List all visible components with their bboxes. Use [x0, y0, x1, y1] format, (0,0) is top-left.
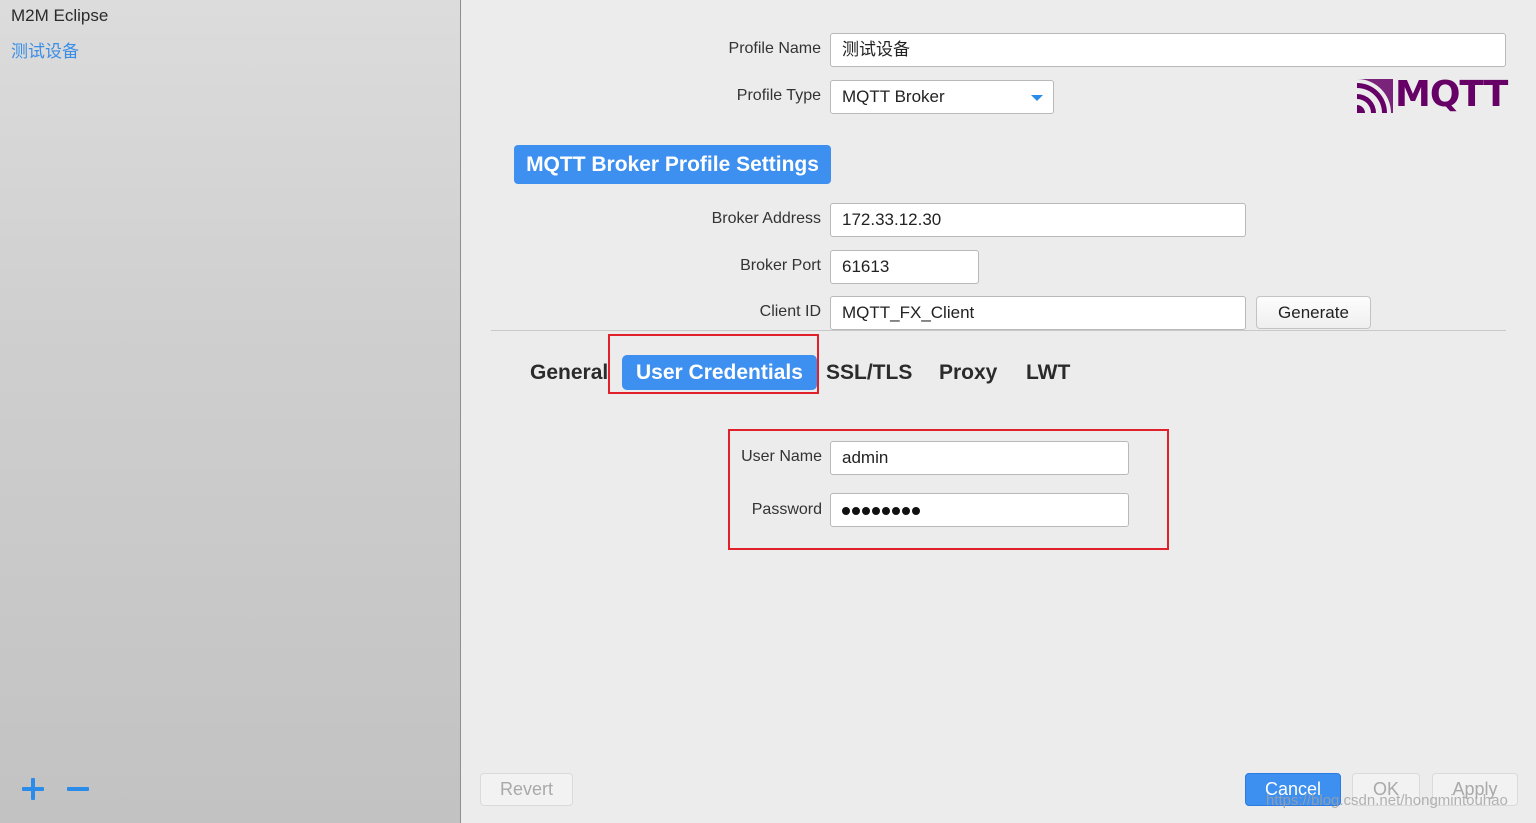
- mqtt-logo: MQTT ORG: [1357, 74, 1508, 115]
- chevron-down-icon: [1031, 95, 1043, 101]
- broker-address-input[interactable]: 172.33.12.30: [830, 203, 1246, 237]
- password-label: Password: [751, 501, 822, 518]
- password-dot: [892, 506, 900, 515]
- username-input[interactable]: admin: [830, 441, 1129, 475]
- password-dot: [852, 506, 860, 515]
- sidebar-group-label[interactable]: M2M Eclipse: [11, 6, 108, 26]
- password-dot: [912, 506, 920, 515]
- generate-button[interactable]: Generate: [1256, 296, 1371, 329]
- profile-name-input[interactable]: 测试设备: [830, 33, 1506, 67]
- password-dot: [902, 506, 910, 515]
- broker-port-input[interactable]: 61613: [830, 250, 979, 284]
- mqtt-signal-icon: [1357, 79, 1393, 113]
- tab-proxy[interactable]: Proxy: [939, 355, 997, 390]
- add-profile-button[interactable]: [18, 774, 48, 804]
- profile-name-label: Profile Name: [728, 40, 821, 57]
- broker-address-label: Broker Address: [711, 210, 821, 227]
- remove-profile-button[interactable]: [63, 774, 93, 804]
- revert-button[interactable]: Revert: [480, 773, 573, 806]
- profile-type-select[interactable]: MQTT Broker: [830, 80, 1054, 114]
- password-dot: [882, 506, 890, 515]
- watermark: https://blog.csdn.net/hongmintouhao: [1266, 792, 1508, 809]
- profile-type-label: Profile Type: [736, 87, 821, 104]
- tab-highlight-box: [608, 334, 819, 394]
- password-input[interactable]: [830, 493, 1129, 527]
- sidebar-item-profile[interactable]: 测试设备: [11, 37, 79, 62]
- tab-ssl-tls[interactable]: SSL/TLS: [826, 355, 912, 390]
- sidebar: M2M Eclipse 测试设备: [0, 0, 461, 823]
- password-dot: [842, 506, 850, 515]
- profile-type-value: MQTT Broker: [842, 87, 945, 106]
- username-label: User Name: [741, 448, 822, 465]
- tab-lwt[interactable]: LWT: [1026, 355, 1070, 390]
- password-dot: [862, 506, 870, 515]
- section-title: MQTT Broker Profile Settings: [514, 145, 831, 184]
- client-id-input[interactable]: MQTT_FX_Client: [830, 296, 1246, 330]
- mqtt-logo-org: ORG: [1491, 85, 1500, 104]
- divider: [491, 330, 1506, 331]
- password-mask: [842, 500, 922, 519]
- password-dot: [872, 506, 880, 515]
- client-id-label: Client ID: [759, 303, 821, 320]
- broker-port-label: Broker Port: [740, 257, 821, 274]
- tab-general[interactable]: General: [530, 355, 608, 390]
